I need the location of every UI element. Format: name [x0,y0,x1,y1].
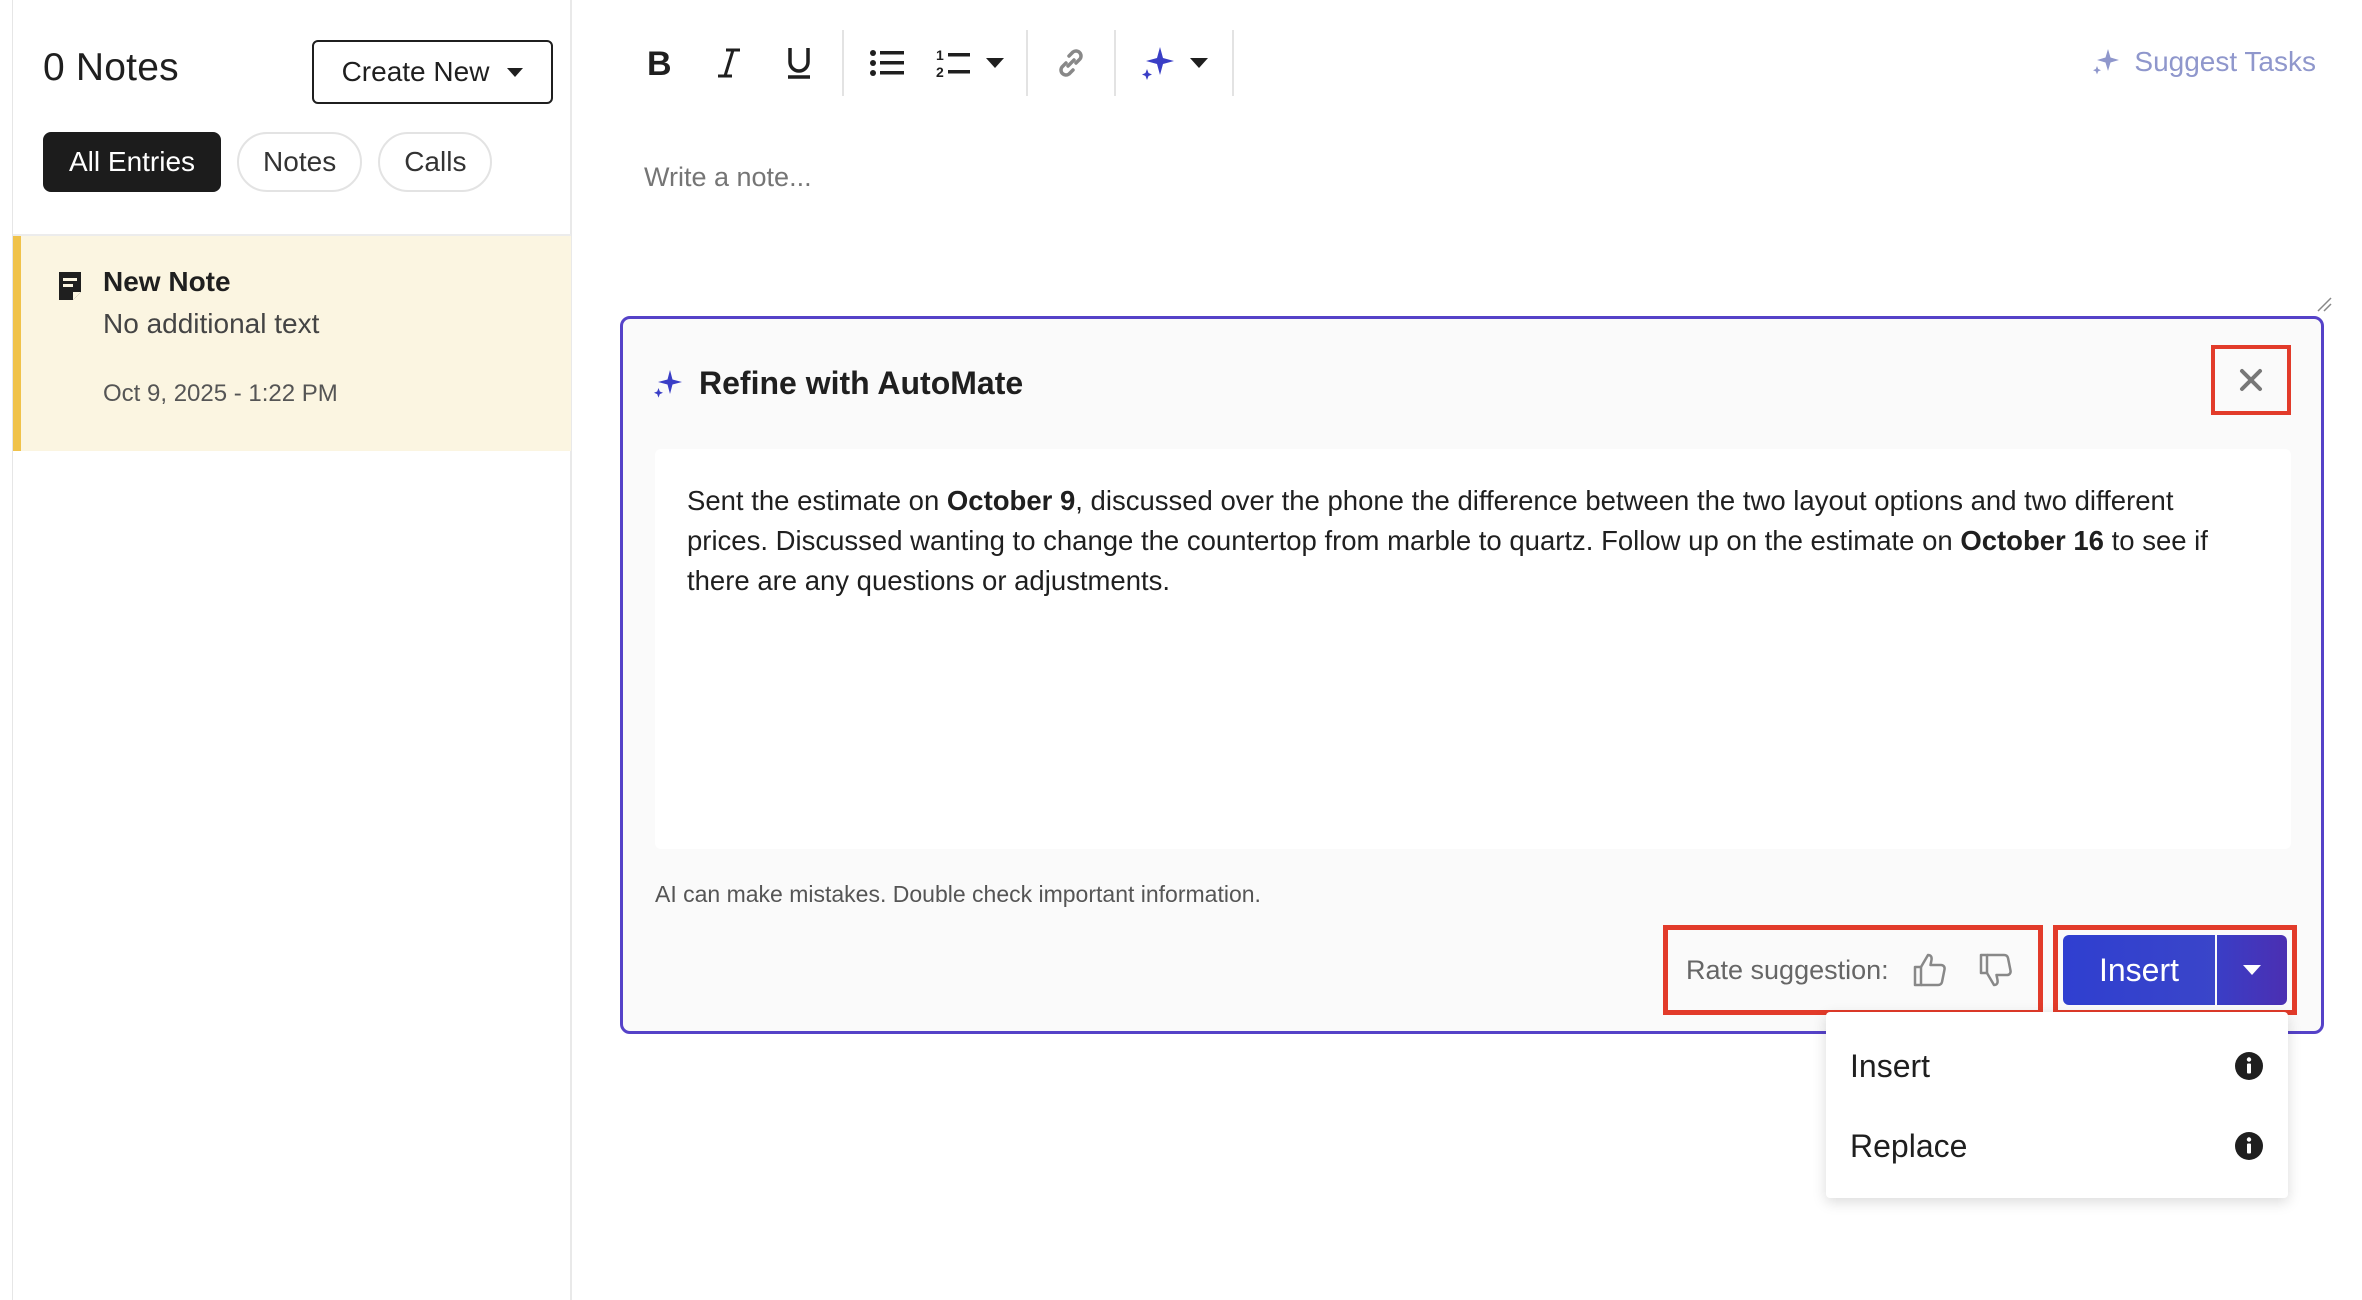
list-item[interactable]: New Note No additional text Oct 9, 2025 … [13,236,571,451]
filter-calls[interactable]: Calls [378,132,493,192]
refined-text-date: October 16 [1960,525,2104,556]
refined-text-date: October 9 [946,485,1076,516]
create-new-button[interactable]: Create New [312,40,553,104]
note-subtitle: No additional text [103,308,320,339]
filter-all-entries[interactable]: All Entries [43,132,222,192]
chevron-down-icon [2243,965,2261,975]
suggest-tasks-button[interactable]: Suggest Tasks [2092,46,2316,78]
bulleted-list-icon [870,50,904,76]
bold-icon: B [647,46,672,80]
thumbs-up-icon [1913,953,1946,987]
menu-item-label: Replace [1850,1127,1968,1164]
note-input[interactable] [644,162,2324,302]
sidebar-header: 0 Notes Create New [43,40,553,104]
rate-suggestion-label: Rate suggestion: [1686,954,1889,985]
menu-item-replace[interactable]: Replace [1826,1106,2288,1186]
italic-button[interactable] [694,30,764,96]
svg-text:B: B [647,46,672,80]
thumbs-up-button[interactable] [1905,945,1955,995]
link-button[interactable] [1036,30,1106,96]
info-icon[interactable] [2234,1051,2264,1081]
refined-text: Sent the estimate on October 9, discusse… [655,449,2291,849]
svg-text:2: 2 [936,64,944,79]
sparkle-icon [1142,47,1174,80]
chevron-down-icon [986,58,1004,68]
refined-text-part: Sent the estimate on [687,485,947,516]
filter-notes[interactable]: Notes [237,132,363,192]
ai-disclaimer: AI can make mistakes. Double check impor… [655,881,1261,907]
refine-title: Refine with AutoMate [699,365,1024,401]
close-button[interactable] [2211,345,2291,415]
bulleted-list-button[interactable] [852,30,922,96]
info-icon[interactable] [2234,1131,2264,1161]
sparkle-icon [654,369,682,398]
thumbs-down-button[interactable] [1971,945,2021,995]
toolbar-divider [1026,30,1028,96]
note-date: Oct 9, 2025 - 1:22 PM [103,380,338,407]
refine-header: Refine with AutoMate [653,365,1023,402]
bold-button[interactable]: B [624,30,694,96]
toolbar-divider [1232,30,1234,96]
insert-options-menu: Insert Replace [1826,1012,2288,1198]
editor-toolbar: B 1 2 [624,30,1242,96]
insert-options-button[interactable] [2217,935,2287,1005]
ai-assist-button[interactable] [1124,30,1224,96]
note-icon [59,272,81,300]
create-new-label: Create New [341,56,490,87]
underline-button[interactable] [764,30,834,96]
sparkle-icon [2093,49,2120,75]
suggest-tasks-label: Suggest Tasks [2134,46,2316,77]
menu-item-label: Insert [1850,1047,1931,1084]
insert-button[interactable]: Insert [2063,935,2215,1005]
chevron-down-icon [507,67,524,77]
italic-icon [718,48,740,78]
numbered-list-icon: 1 2 [936,47,970,79]
link-icon [1059,49,1083,77]
chevron-down-icon [1190,58,1208,68]
refine-panel: Refine with AutoMate Sent the estimate o… [620,316,2324,1034]
svg-text:1: 1 [936,47,944,63]
entry-filters: All Entries Notes Calls [43,132,493,192]
resize-handle-icon[interactable] [2316,296,2332,312]
toolbar-divider [1114,30,1116,96]
thumbs-down-icon [1979,953,2012,987]
rate-suggestion: Rate suggestion: [1663,925,2043,1015]
numbered-list-button[interactable]: 1 2 [922,30,1018,96]
close-icon [2240,369,2262,391]
toolbar-divider [842,30,844,96]
underline-icon [788,48,810,79]
notes-count: 0 Notes [43,46,179,89]
note-title: New Note [103,266,231,297]
menu-item-insert[interactable]: Insert [1826,1026,2288,1106]
insert-split-button: Insert [2053,925,2297,1015]
notes-sidebar: 0 Notes Create New All Entries Notes Cal… [12,0,572,1300]
